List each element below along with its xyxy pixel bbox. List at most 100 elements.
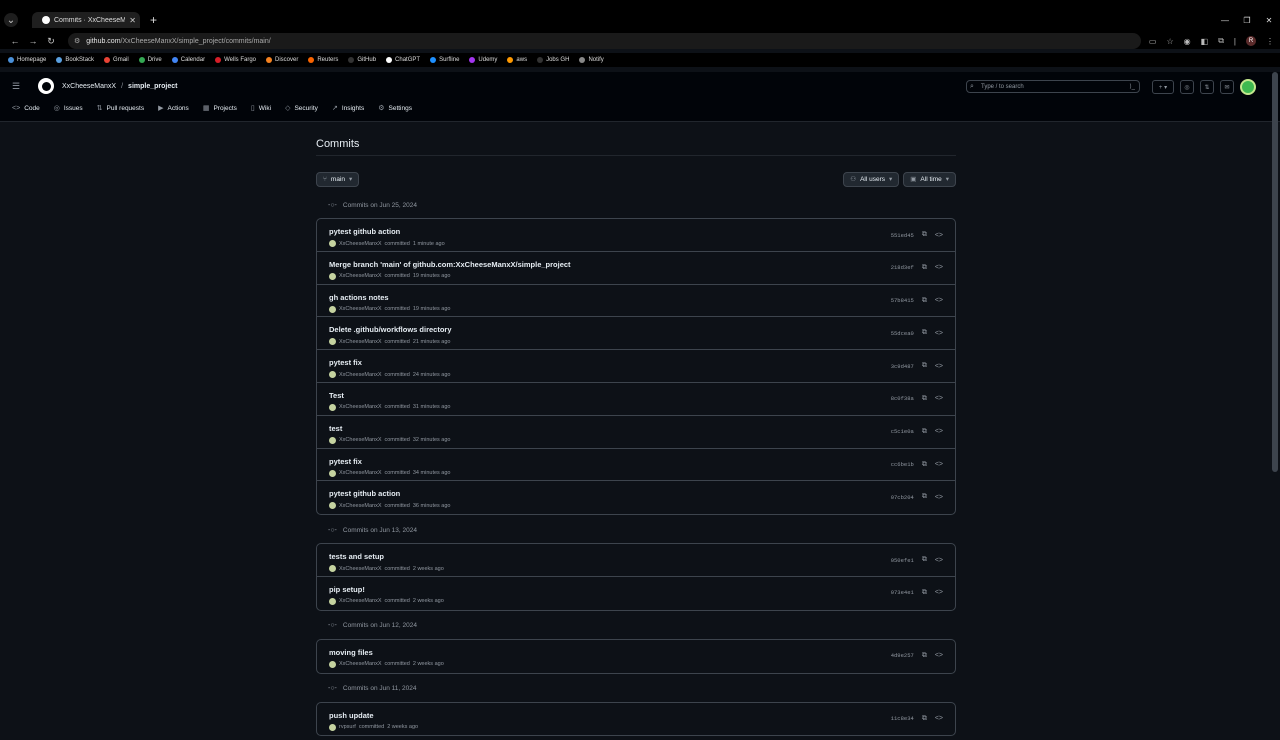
close-window-icon[interactable]: ✕ bbox=[1258, 16, 1280, 25]
bookmark-item[interactable]: Jobs GH bbox=[537, 57, 569, 63]
browse-code-icon[interactable]: <> bbox=[935, 428, 943, 435]
copy-icon[interactable]: ⧉ bbox=[922, 652, 927, 660]
browse-code-icon[interactable]: <> bbox=[935, 330, 943, 337]
copy-icon[interactable]: ⧉ bbox=[922, 493, 927, 501]
commit-sha[interactable]: 55dcea0 bbox=[891, 330, 914, 337]
commit-author[interactable]: XxCheeseManxX bbox=[339, 566, 382, 572]
commit-sha[interactable]: 07cb204 bbox=[891, 494, 914, 501]
commit-author[interactable]: XxCheeseManxX bbox=[339, 503, 382, 509]
commit-message[interactable]: moving files bbox=[329, 648, 373, 657]
bookmark-item[interactable]: aws bbox=[507, 57, 527, 63]
commit-sha[interactable]: 8c0f38a bbox=[891, 395, 914, 402]
commit-author[interactable]: rvpsurf bbox=[339, 724, 356, 730]
bookmark-item[interactable]: Homepage bbox=[8, 57, 46, 63]
repo-tab-pull-requests[interactable]: ⇅ Pull requests bbox=[97, 104, 144, 113]
copy-icon[interactable]: ⧉ bbox=[922, 329, 927, 337]
commit-author[interactable]: XxCheeseManxX bbox=[339, 470, 382, 476]
commit-author[interactable]: XxCheeseManxX bbox=[339, 273, 382, 279]
profile-avatar[interactable]: R bbox=[1246, 36, 1256, 46]
github-logo-icon[interactable] bbox=[38, 78, 54, 94]
commit-message[interactable]: Test bbox=[329, 391, 344, 400]
extensions-puzzle-icon[interactable]: ⧉ bbox=[1218, 36, 1224, 46]
commit-sha[interactable]: 3c9d487 bbox=[891, 363, 914, 370]
copy-icon[interactable]: ⧉ bbox=[922, 461, 927, 469]
repo-tab-projects[interactable]: ▦ Projects bbox=[203, 104, 237, 113]
commit-author[interactable]: XxCheeseManxX bbox=[339, 437, 382, 443]
breadcrumb-owner[interactable]: XxCheeseManxX bbox=[62, 83, 116, 90]
create-new-icon[interactable]: + ▾ bbox=[1152, 80, 1174, 94]
author-avatar[interactable] bbox=[329, 371, 336, 379]
repo-tab-insights[interactable]: ↗ Insights bbox=[332, 104, 364, 113]
bookmark-item[interactable]: Wells Fargo bbox=[215, 57, 256, 63]
cast-icon[interactable]: ▭ bbox=[1149, 37, 1157, 46]
bookmark-item[interactable]: Notify bbox=[579, 57, 604, 63]
new-tab-icon[interactable]: + bbox=[150, 13, 157, 27]
repo-tab-security[interactable]: ◇ Security bbox=[285, 104, 318, 113]
repo-tab-issues[interactable]: ◎ Issues bbox=[54, 104, 83, 113]
commit-sha[interactable]: 57b8415 bbox=[891, 297, 914, 304]
user-avatar[interactable] bbox=[1240, 79, 1256, 95]
page-scrollbar[interactable] bbox=[1272, 72, 1278, 472]
url-field[interactable]: ⚙ github.com/XxCheeseManxX/simple_projec… bbox=[68, 33, 1141, 49]
commit-author[interactable]: XxCheeseManxX bbox=[339, 404, 382, 410]
commit-message[interactable]: pytest github action bbox=[329, 227, 400, 236]
commit-message[interactable]: pytest fix bbox=[329, 358, 362, 367]
author-avatar[interactable] bbox=[329, 436, 336, 444]
site-info-icon[interactable]: ⚙ bbox=[74, 37, 80, 45]
minimize-icon[interactable]: — bbox=[1214, 16, 1236, 25]
branch-selector-button[interactable]: ⑂ main ▾ bbox=[316, 171, 360, 187]
author-avatar[interactable] bbox=[329, 597, 336, 605]
commit-author[interactable]: XxCheeseManxX bbox=[339, 372, 382, 378]
commit-author[interactable]: XxCheeseManxX bbox=[339, 598, 382, 604]
commit-message[interactable]: pytest fix bbox=[329, 457, 362, 466]
commit-message[interactable]: pip setup! bbox=[329, 585, 365, 594]
copy-icon[interactable]: ⧉ bbox=[922, 556, 927, 564]
browse-code-icon[interactable]: <> bbox=[935, 232, 943, 239]
bookmark-item[interactable]: Calendar bbox=[171, 57, 205, 63]
author-avatar[interactable] bbox=[329, 272, 336, 280]
author-avatar[interactable] bbox=[329, 305, 336, 313]
browse-code-icon[interactable]: <> bbox=[935, 363, 943, 370]
copy-icon[interactable]: ⧉ bbox=[922, 589, 927, 597]
commit-sha[interactable]: 050efe1 bbox=[891, 557, 914, 564]
copy-icon[interactable]: ⧉ bbox=[922, 715, 927, 723]
author-avatar[interactable] bbox=[329, 502, 336, 510]
commit-sha[interactable]: 218d3ef bbox=[891, 264, 914, 271]
browse-code-icon[interactable]: <> bbox=[935, 461, 943, 468]
breadcrumb-repo[interactable]: simple_project bbox=[128, 83, 177, 90]
issues-icon[interactable]: ◎ bbox=[1180, 80, 1194, 94]
copy-icon[interactable]: ⧉ bbox=[922, 395, 927, 403]
author-avatar[interactable] bbox=[329, 565, 336, 573]
commit-message[interactable]: pytest github action bbox=[329, 489, 400, 498]
browser-menu-icon[interactable]: ⋮ bbox=[1266, 37, 1274, 46]
author-avatar[interactable] bbox=[329, 469, 336, 477]
author-avatar[interactable] bbox=[329, 660, 336, 668]
commit-author[interactable]: XxCheeseManxX bbox=[339, 661, 382, 667]
forward-icon[interactable]: → bbox=[24, 36, 42, 46]
copy-icon[interactable]: ⧉ bbox=[922, 362, 927, 370]
copy-icon[interactable]: ⧉ bbox=[922, 264, 927, 272]
commit-sha[interactable]: 11c8e34 bbox=[891, 715, 914, 722]
author-avatar[interactable] bbox=[329, 240, 336, 247]
bookmark-item[interactable]: Drive bbox=[138, 57, 162, 63]
author-avatar[interactable] bbox=[329, 403, 336, 411]
time-filter-button[interactable]: ▣ All time ▾ bbox=[903, 171, 956, 187]
repo-tab-settings[interactable]: ⚙ Settings bbox=[378, 104, 412, 113]
commit-message[interactable]: test bbox=[329, 424, 342, 433]
inbox-icon[interactable]: ✉ bbox=[1220, 80, 1234, 94]
restore-icon[interactable]: ❐ bbox=[1236, 16, 1258, 25]
browse-code-icon[interactable]: <> bbox=[935, 395, 943, 402]
command-palette-icon[interactable]: ⟩_ bbox=[1129, 83, 1135, 90]
extension-icon[interactable]: ◧ bbox=[1201, 37, 1209, 46]
back-icon[interactable]: ← bbox=[6, 36, 24, 46]
reload-icon[interactable]: ↻ bbox=[42, 36, 60, 47]
search-input[interactable]: ⌕ Type / to search ⟩_ bbox=[966, 80, 1140, 93]
bookmark-item[interactable]: Gmail bbox=[104, 57, 129, 63]
repo-tab-wiki[interactable]: ▯ Wiki bbox=[251, 104, 271, 113]
browse-code-icon[interactable]: <> bbox=[935, 264, 943, 271]
bookmark-item[interactable]: Udemy bbox=[469, 57, 497, 63]
bookmark-item[interactable]: Discover bbox=[266, 57, 298, 63]
hamburger-menu-icon[interactable]: ☰ bbox=[10, 80, 22, 92]
bookmark-item[interactable]: Reuters bbox=[308, 57, 338, 63]
browser-tab[interactable]: Commits · XxCheeseManxX/si ✕ bbox=[32, 12, 140, 28]
